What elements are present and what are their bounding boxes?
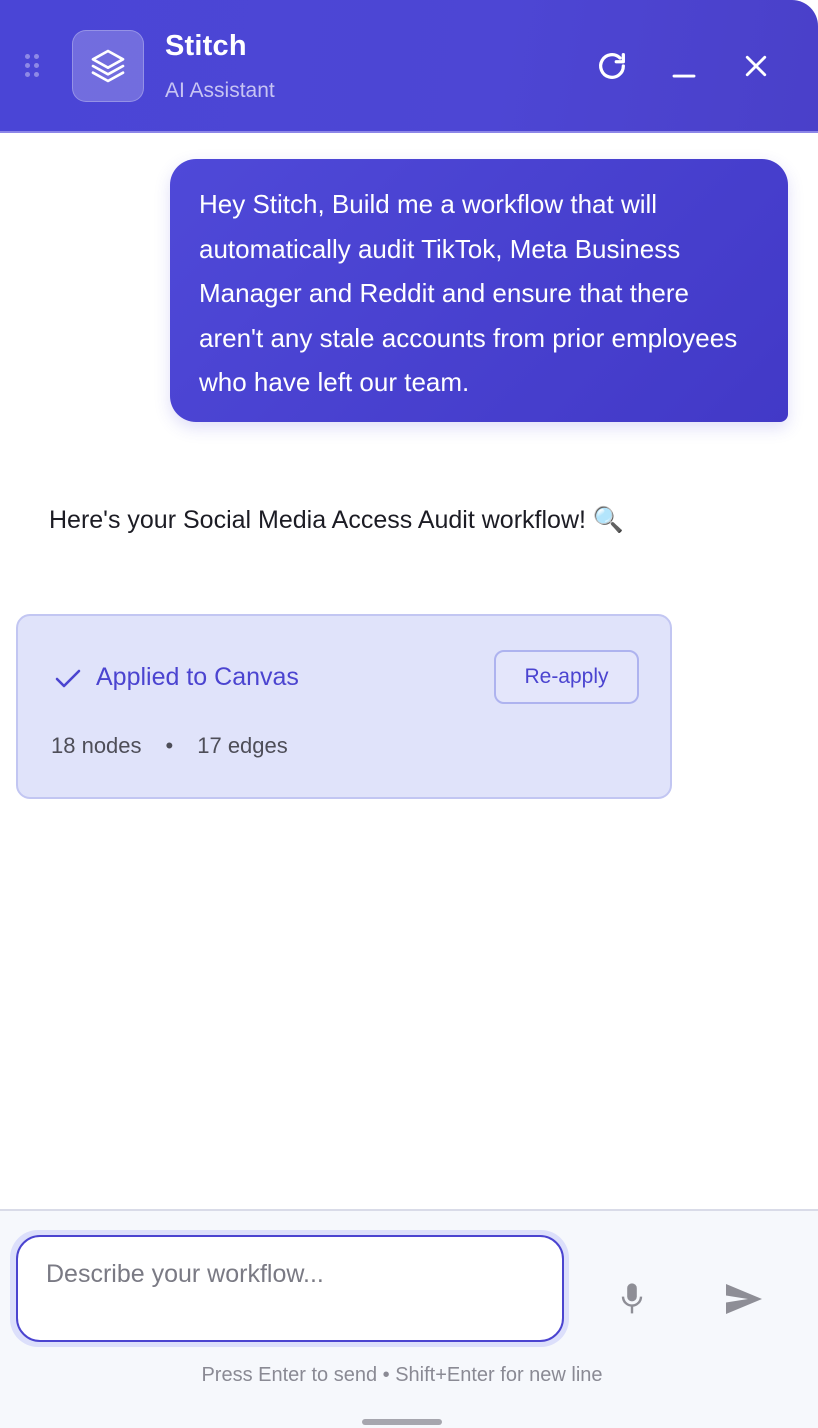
send-icon: [726, 1284, 762, 1314]
app-title: Stitch: [165, 30, 247, 62]
assistant-message: Here's your Social Media Access Audit wo…: [49, 506, 625, 534]
close-icon: [745, 55, 767, 77]
drag-handle-icon[interactable]: [25, 54, 43, 78]
home-indicator: [362, 1419, 442, 1425]
refresh-button[interactable]: [590, 44, 634, 88]
workflow-input[interactable]: [16, 1235, 564, 1342]
app-subtitle: AI Assistant: [165, 79, 275, 102]
microphone-icon: [621, 1283, 643, 1314]
stats-separator: •: [165, 733, 174, 758]
send-button[interactable]: [722, 1278, 766, 1320]
canvas-status-card: Applied to Canvas Re-apply 18 nodes • 17 e…: [16, 614, 672, 799]
reapply-button[interactable]: Re-apply: [494, 650, 639, 704]
app-logo: [72, 30, 144, 102]
minimize-icon: [672, 74, 696, 78]
applied-status-label: Applied to Canvas: [96, 663, 299, 691]
composer-hint: Press Enter to send • Shift+Enter for ne…: [201, 1364, 603, 1386]
refresh-icon: [599, 53, 625, 79]
user-message-bubble: Hey Stitch, Build me a workflow that wil…: [170, 159, 788, 422]
mic-button[interactable]: [612, 1279, 652, 1319]
workflow-stats: 18 nodes • 17 edges: [51, 733, 288, 759]
chat-header: Stitch AI Assistant: [0, 0, 818, 133]
node-count: 18 nodes: [51, 733, 142, 758]
minimize-button[interactable]: [662, 44, 706, 88]
check-icon: [55, 669, 81, 688]
layers-icon: [91, 49, 125, 83]
close-button[interactable]: [734, 44, 778, 88]
edge-count: 17 edges: [197, 733, 288, 758]
